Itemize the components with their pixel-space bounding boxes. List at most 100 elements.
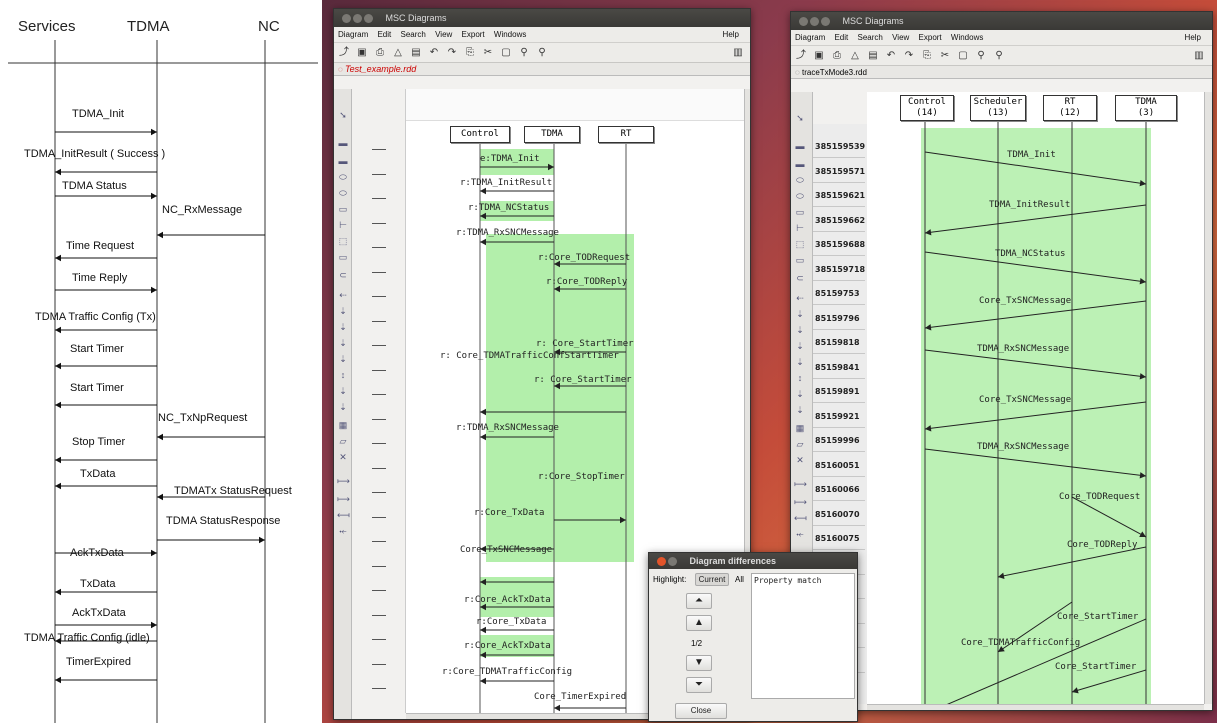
lifeline-tdma[interactable]: TDMA (3): [1115, 95, 1177, 121]
timestamp-cell[interactable]: 385159621: [813, 185, 865, 207]
maximize-window-icon[interactable]: [364, 14, 373, 24]
previous-difference-button[interactable]: ▲: [686, 615, 712, 631]
timestamp-cell[interactable]: 85160066: [813, 479, 865, 501]
menu-help[interactable]: Help: [723, 27, 739, 43]
ellipse-icon[interactable]: ⬭: [794, 174, 806, 186]
message-icon[interactable]: ⇣: [794, 308, 806, 320]
triangle-icon[interactable]: △: [392, 46, 404, 59]
arrow-left-icon[interactable]: ⟻: [794, 512, 807, 524]
zoom-in-icon[interactable]: ⚲: [975, 49, 987, 62]
stop-icon[interactable]: ✕: [794, 454, 806, 466]
print-icon[interactable]: ⎙: [374, 46, 386, 59]
stop-icon[interactable]: ✕: [337, 451, 349, 463]
diagram-canvas-b[interactable]: Control (14) Scheduler (13) RT (12) TDMA (3)…: [867, 92, 1204, 710]
menu-edit[interactable]: Edit: [377, 30, 391, 39]
timestamp-cell[interactable]: 385159539: [813, 136, 865, 158]
timestamp-cell[interactable]: 85159818: [813, 332, 865, 354]
arrow-left-icon[interactable]: ⟻: [337, 509, 350, 521]
timer-icon[interactable]: ⇣: [794, 388, 806, 400]
timer-icon[interactable]: ⇣: [337, 353, 349, 365]
horizontal-scrollbar[interactable]: [867, 704, 1204, 710]
menu-export[interactable]: Export: [462, 30, 485, 39]
message-icon[interactable]: ⇣: [337, 305, 349, 317]
box-icon[interactable]: ▭: [794, 206, 806, 218]
comment-icon[interactable]: ▱: [337, 435, 349, 447]
document-tab[interactable]: ◌ Test_example.rdd: [334, 63, 750, 76]
save-icon[interactable]: ▣: [813, 49, 825, 62]
arrow-cross-icon[interactable]: ⤝: [794, 528, 806, 540]
timestamp-cell[interactable]: 85159796: [813, 308, 865, 330]
ellipse-icon[interactable]: ⬭: [337, 171, 349, 183]
undo-icon[interactable]: ↶: [885, 49, 897, 62]
message-icon[interactable]: ⇣: [794, 324, 806, 336]
paste-icon[interactable]: ▢: [500, 46, 512, 59]
menu-search[interactable]: Search: [401, 30, 426, 39]
timestamp-cell[interactable]: 85159753: [813, 283, 865, 305]
grid-icon[interactable]: ▦: [794, 422, 806, 434]
comment-icon[interactable]: ▱: [794, 438, 806, 450]
timestamp-cell[interactable]: 385159688: [813, 234, 865, 256]
ellipse-icon[interactable]: ⬭: [337, 187, 349, 199]
close-dialog-icon[interactable]: [657, 557, 666, 567]
timer-icon[interactable]: ⇣: [337, 385, 349, 397]
highlight-all-toggle[interactable]: All: [735, 575, 744, 584]
maximize-window-icon[interactable]: [821, 17, 830, 27]
minimize-window-icon[interactable]: [810, 17, 819, 27]
new-icon[interactable]: ⤴: [795, 49, 807, 62]
redo-icon[interactable]: ↷: [903, 49, 915, 62]
arrow-cross-icon[interactable]: ⤝: [337, 525, 349, 537]
action-icon[interactable]: ⇣: [337, 401, 349, 413]
list-item[interactable]: Property match: [754, 576, 821, 585]
first-difference-button[interactable]: ⏶: [686, 593, 712, 609]
timer-icon[interactable]: ↕: [794, 372, 806, 384]
arrow-right-icon[interactable]: ⟼: [794, 478, 807, 490]
timestamp-cell[interactable]: 385159662: [813, 210, 865, 232]
message-icon[interactable]: ⇣: [337, 337, 349, 349]
differences-list[interactable]: Property match: [751, 573, 855, 699]
save-icon[interactable]: ▣: [356, 46, 368, 59]
timestamp-cell[interactable]: 85160075: [813, 528, 865, 550]
lifeline-rt[interactable]: RT: [598, 126, 654, 143]
lifeline-scheduler[interactable]: Scheduler (13): [970, 95, 1026, 121]
menu-help[interactable]: Help: [1185, 30, 1201, 46]
undo-icon[interactable]: ↶: [428, 46, 440, 59]
new-icon[interactable]: ⤴: [338, 46, 350, 59]
window-titlebar[interactable]: MSC Diagrams: [334, 9, 750, 27]
panel-toggle-icon[interactable]: ▥: [1193, 49, 1205, 62]
action-icon[interactable]: ⇣: [794, 404, 806, 416]
time-interval-icon[interactable]: ⊢: [794, 222, 806, 234]
grid-icon[interactable]: ▦: [337, 419, 349, 431]
print-icon[interactable]: ⎙: [831, 49, 843, 62]
reference-icon[interactable]: ▭: [337, 251, 349, 263]
paste-icon[interactable]: ▢: [957, 49, 969, 62]
cut-icon[interactable]: ✂: [939, 49, 951, 62]
close-window-icon[interactable]: [342, 14, 351, 24]
message-icon[interactable]: ⇣: [794, 340, 806, 352]
menu-view[interactable]: View: [892, 33, 909, 42]
menu-edit[interactable]: Edit: [834, 33, 848, 42]
message-icon[interactable]: ⇣: [337, 321, 349, 333]
cut-icon[interactable]: ✂: [482, 46, 494, 59]
menu-export[interactable]: Export: [919, 33, 942, 42]
highlight-current-toggle[interactable]: Current: [695, 573, 729, 586]
timer-icon[interactable]: ↕: [337, 369, 349, 381]
close-window-icon[interactable]: [799, 17, 808, 27]
dialog-titlebar[interactable]: Diagram differences: [649, 553, 857, 569]
arrow-right-icon[interactable]: ⟼: [337, 475, 350, 487]
condition-icon[interactable]: ⊂: [337, 269, 349, 281]
instance-icon[interactable]: ▬: [337, 155, 349, 167]
redo-icon[interactable]: ↷: [446, 46, 458, 59]
timestamp-cell[interactable]: 85160070: [813, 504, 865, 526]
menu-windows[interactable]: Windows: [951, 33, 983, 42]
window-titlebar[interactable]: MSC Diagrams: [791, 12, 1212, 30]
arrow-right-icon[interactable]: ⟼: [337, 493, 350, 505]
lifeline-rt[interactable]: RT (12): [1043, 95, 1097, 121]
last-difference-button[interactable]: ⏷: [686, 677, 712, 693]
instance-icon[interactable]: ▬: [794, 158, 806, 170]
timestamp-cell[interactable]: 85159996: [813, 430, 865, 452]
lifeline-tdma[interactable]: TDMA: [524, 126, 580, 143]
menu-diagram[interactable]: Diagram: [795, 33, 825, 42]
triangle-icon[interactable]: △: [849, 49, 861, 62]
message-icon[interactable]: ⇠: [337, 289, 349, 301]
zoom-out-icon[interactable]: ⚲: [536, 46, 548, 59]
